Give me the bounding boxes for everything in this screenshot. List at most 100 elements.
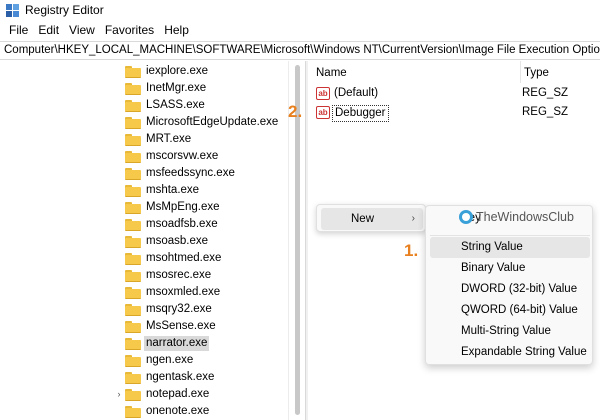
value-name-edit-field[interactable]: Debugger bbox=[332, 105, 389, 122]
tree-item[interactable]: msosrec.exe bbox=[0, 267, 290, 284]
string-value-icon: ab bbox=[316, 87, 330, 100]
expand-chevron-icon[interactable] bbox=[114, 253, 124, 263]
tree-item[interactable]: MsSense.exe bbox=[0, 318, 290, 335]
folder-icon bbox=[125, 389, 141, 401]
folder-icon bbox=[125, 83, 141, 95]
key-tree-pane: iexplore.exe InetMgr.exe LSASS.exe Microsof… bbox=[0, 61, 306, 420]
tree-item[interactable]: mshta.exe bbox=[0, 182, 290, 199]
expand-chevron-icon[interactable] bbox=[114, 236, 124, 246]
tree-item[interactable]: LSASS.exe bbox=[0, 97, 290, 114]
expand-chevron-icon[interactable] bbox=[114, 185, 124, 195]
tree-item-label: ngentask.exe bbox=[146, 371, 215, 383]
step-1-annotation: 1. bbox=[404, 241, 419, 260]
menu-file[interactable]: File bbox=[4, 23, 33, 37]
expand-chevron-icon[interactable] bbox=[114, 117, 124, 127]
submenu-dword-value[interactable]: DWORD (32-bit) Value bbox=[430, 279, 590, 300]
tree-item[interactable]: MsMpEng.exe bbox=[0, 199, 290, 216]
tree-item[interactable]: msohtmed.exe bbox=[0, 250, 290, 267]
tree-item[interactable]: msoxmled.exe bbox=[0, 284, 290, 301]
expand-chevron-icon[interactable] bbox=[114, 304, 124, 314]
tree-item[interactable]: ngentask.exe bbox=[0, 369, 290, 386]
tree-item-label: MicrosoftEdgeUpdate.exe bbox=[146, 116, 279, 128]
expand-chevron-icon[interactable] bbox=[114, 270, 124, 280]
folder-icon bbox=[125, 185, 141, 197]
expand-chevron-icon[interactable] bbox=[114, 321, 124, 331]
tree-item-label: msfeedssync.exe bbox=[146, 167, 235, 179]
window-title: Registry Editor bbox=[25, 3, 104, 17]
submenu-multi-string-value[interactable]: Multi-String Value bbox=[430, 321, 590, 342]
submenu-item-label: String Value bbox=[461, 241, 523, 253]
context-menu-new[interactable]: New › bbox=[321, 208, 423, 230]
step-2-annotation: 2. bbox=[288, 102, 303, 121]
expand-chevron-icon[interactable] bbox=[114, 287, 124, 297]
menu-bar: File Edit View Favorites Help bbox=[0, 20, 600, 40]
tree-item[interactable]: msqry32.exe bbox=[0, 301, 290, 318]
tree-item-label: InetMgr.exe bbox=[146, 82, 207, 94]
menu-view[interactable]: View bbox=[64, 23, 100, 37]
tree-item-label: msoasb.exe bbox=[146, 235, 209, 247]
expand-chevron-icon[interactable] bbox=[114, 355, 124, 365]
tree-item[interactable]: msoadfsb.exe bbox=[0, 216, 290, 233]
submenu-divider bbox=[430, 235, 590, 236]
folder-icon bbox=[125, 117, 141, 129]
expand-chevron-icon[interactable] bbox=[114, 100, 124, 110]
tree-item[interactable]: msoasb.exe bbox=[0, 233, 290, 250]
tree-item-label: iexplore.exe bbox=[146, 65, 209, 77]
folder-icon bbox=[125, 338, 141, 350]
tree-item[interactable]: iexplore.exe bbox=[0, 63, 290, 80]
expand-chevron-icon[interactable] bbox=[114, 338, 124, 348]
expand-chevron-icon[interactable] bbox=[114, 202, 124, 212]
tree-item[interactable]: › notepad.exe bbox=[0, 386, 290, 403]
tree-item-label: onenote.exe bbox=[146, 405, 210, 417]
registry-editor-icon bbox=[6, 3, 19, 17]
value-type: REG_SZ bbox=[522, 106, 569, 118]
tree-item-label: MsSense.exe bbox=[146, 320, 216, 332]
folder-icon bbox=[125, 355, 141, 367]
expand-chevron-icon[interactable] bbox=[114, 168, 124, 178]
tree-item-label: ngen.exe bbox=[146, 354, 194, 366]
tree-item[interactable]: MicrosoftEdgeUpdate.exe bbox=[0, 114, 290, 131]
tree-item-label: notepad.exe bbox=[146, 388, 210, 400]
folder-icon bbox=[125, 168, 141, 180]
expand-chevron-icon[interactable] bbox=[114, 372, 124, 382]
folder-icon bbox=[125, 151, 141, 163]
expand-chevron-icon[interactable] bbox=[114, 83, 124, 93]
tree-item-label: MRT.exe bbox=[146, 133, 192, 145]
tree-item[interactable]: narrator.exe bbox=[0, 335, 290, 352]
menu-edit[interactable]: Edit bbox=[33, 23, 64, 37]
menu-help[interactable]: Help bbox=[159, 23, 194, 37]
expand-chevron-icon[interactable]: › bbox=[114, 389, 124, 399]
tree-item-label: MsMpEng.exe bbox=[146, 201, 220, 213]
watermark-text: TheWindowsClub bbox=[476, 210, 574, 224]
tree-item-label: mscorsvw.exe bbox=[146, 150, 219, 162]
folder-icon bbox=[125, 66, 141, 78]
tree-item[interactable]: onenote.exe bbox=[0, 403, 290, 420]
column-header-type[interactable]: Type bbox=[520, 61, 600, 83]
submenu-string-value[interactable]: String Value bbox=[430, 237, 590, 258]
submenu-qword-value[interactable]: QWORD (64-bit) Value bbox=[430, 300, 590, 321]
submenu-item-label: DWORD (32-bit) Value bbox=[461, 283, 578, 295]
submenu-binary-value[interactable]: Binary Value bbox=[430, 258, 590, 279]
expand-chevron-icon[interactable] bbox=[114, 219, 124, 229]
tree-item[interactable]: InetMgr.exe bbox=[0, 80, 290, 97]
expand-chevron-icon[interactable] bbox=[114, 151, 124, 161]
address-bar[interactable]: Computer\HKEY_LOCAL_MACHINE\SOFTWARE\Mic… bbox=[0, 41, 600, 60]
menu-favorites[interactable]: Favorites bbox=[100, 23, 159, 37]
tree-item[interactable]: MRT.exe bbox=[0, 131, 290, 148]
value-row-debugger[interactable]: ab Debugger REG_SZ bbox=[308, 104, 600, 122]
expand-chevron-icon[interactable] bbox=[114, 406, 124, 416]
title-bar: Registry Editor bbox=[0, 0, 600, 20]
submenu-expandable-string-value[interactable]: Expandable String Value bbox=[430, 342, 590, 363]
context-menu: New › bbox=[316, 204, 426, 232]
watermark-logo-icon bbox=[459, 210, 473, 224]
tree-item[interactable]: mscorsvw.exe bbox=[0, 148, 290, 165]
tree-item[interactable]: msfeedssync.exe bbox=[0, 165, 290, 182]
string-value-icon: ab bbox=[316, 106, 330, 119]
column-header-name[interactable]: Name bbox=[316, 61, 516, 83]
tree-item[interactable]: ngen.exe bbox=[0, 352, 290, 369]
tree-item-label: narrator.exe bbox=[144, 336, 210, 351]
expand-chevron-icon[interactable] bbox=[114, 134, 124, 144]
expand-chevron-icon[interactable] bbox=[114, 66, 124, 76]
folder-icon bbox=[125, 270, 141, 282]
value-row-default[interactable]: ab (Default) REG_SZ bbox=[308, 85, 600, 103]
